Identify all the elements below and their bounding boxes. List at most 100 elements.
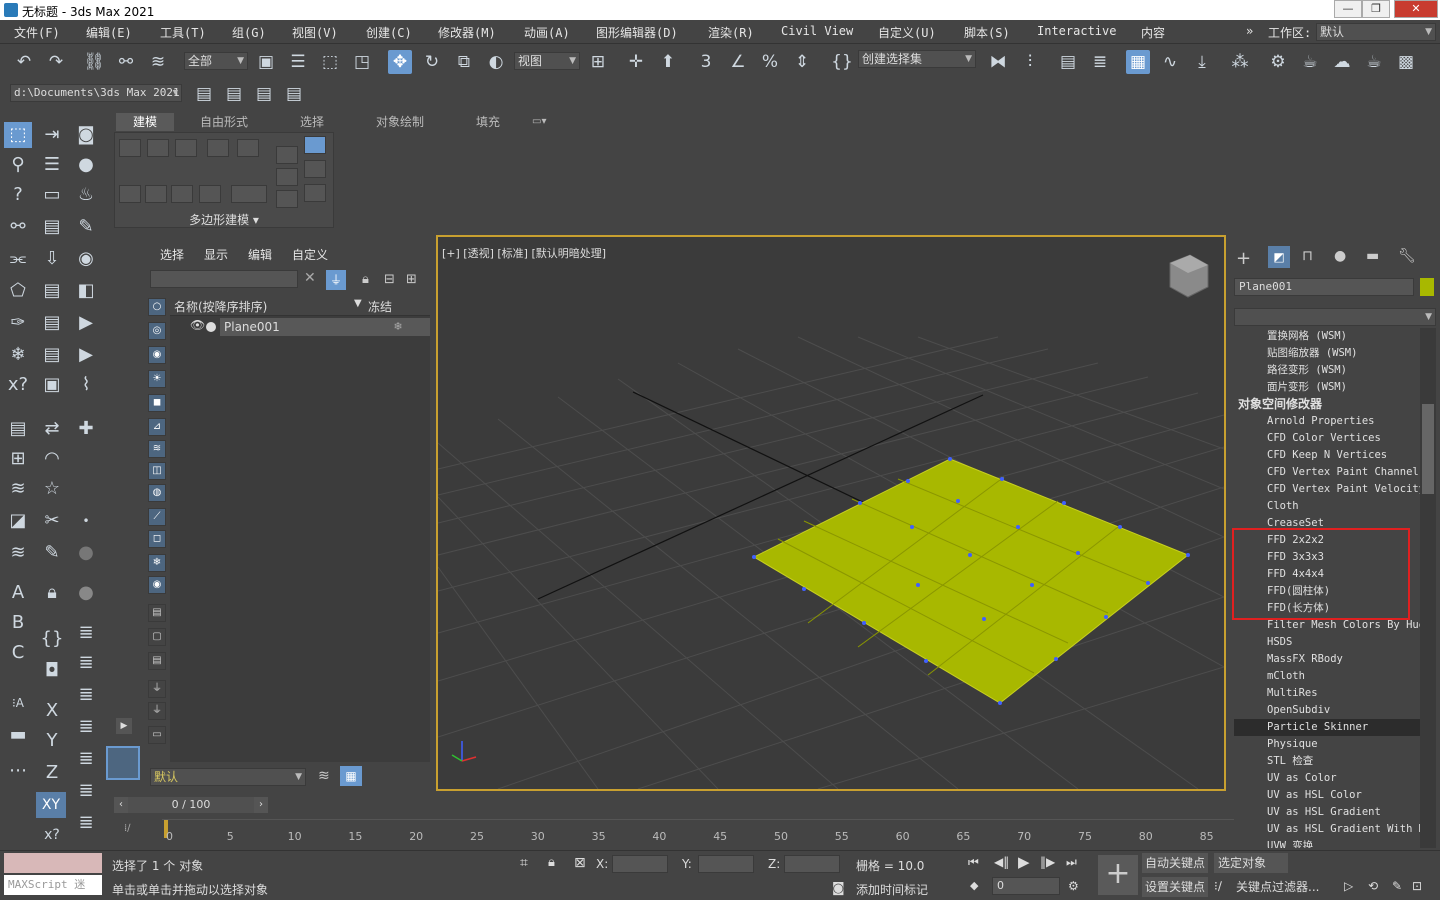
menu-edit[interactable]: 编辑(E) <box>86 24 132 41</box>
notes-icon[interactable]: ▤ <box>4 416 32 442</box>
table-row[interactable]: 👁︎ Plane001 ❄ <box>170 318 430 336</box>
display-geometry-icon[interactable]: ◎ <box>148 322 166 340</box>
rect-selection-icon[interactable]: ⬚ <box>318 50 342 74</box>
display-xrefs-icon[interactable]: ◍ <box>148 484 166 502</box>
chain-icon[interactable]: ⫘ <box>4 246 32 272</box>
pen-icon[interactable]: ✎ <box>72 214 100 240</box>
modifier-item[interactable]: UV as HSL Color <box>1234 787 1420 804</box>
brace-icon[interactable]: {} <box>38 626 66 652</box>
filter-funnel-icon[interactable]: ⏚ <box>148 680 166 698</box>
modifier-item[interactable]: CFD Vertex Paint Channel <box>1234 464 1420 481</box>
track-bar[interactable]: 0 5 10 15 20 25 30 35 40 45 50 55 60 65 70 75 80 85 <box>162 819 1234 847</box>
collapse-stack-icon[interactable] <box>231 185 267 203</box>
scene-explorer-icon[interactable]: ▤ <box>1056 50 1080 74</box>
time-config-icon[interactable]: ⚙ <box>1068 879 1079 893</box>
auto-key-button[interactable]: 自动关键点 <box>1142 853 1208 873</box>
selection-lock-icon[interactable]: 🔒︎ <box>548 855 555 870</box>
menu-file[interactable]: 文件(F) <box>14 24 60 41</box>
stack5-icon[interactable]: ≣ <box>72 650 100 676</box>
ribbon-tab-object-paint[interactable]: 对象绘制 <box>366 113 434 131</box>
bind-spacewarp-icon[interactable]: ≋ <box>146 50 170 74</box>
set-key-button[interactable]: 设置关键点 <box>1142 877 1208 897</box>
menu-customize[interactable]: 自定义(U) <box>878 24 936 41</box>
transfer-icon[interactable]: ⇄ <box>38 416 66 442</box>
modifier-item[interactable]: Physique <box>1234 736 1420 753</box>
modifier-item[interactable]: MultiRes <box>1234 685 1420 702</box>
dot-small-icon[interactable]: • <box>72 508 100 534</box>
mirror-icon[interactable]: ⧓ <box>986 50 1010 74</box>
orbit-view-icon[interactable]: ⟲ <box>1368 879 1378 893</box>
select-tool-icon[interactable]: ⬚ <box>4 122 32 148</box>
layers2-icon[interactable]: ≋ <box>4 540 32 566</box>
play-preview-icon[interactable]: ▶ <box>72 310 100 336</box>
viewport-perspective[interactable]: [+] [透视] [标准] [默认明暗处理] <box>436 235 1226 791</box>
time-tag-icon[interactable]: ◙ <box>832 881 845 896</box>
render-setup-icon[interactable]: ☕ <box>1298 50 1322 74</box>
ignore-backface-icon[interactable] <box>171 185 193 203</box>
ribbon-tool-1-icon[interactable] <box>276 146 298 164</box>
display-frozen-icon[interactable]: ❄ <box>148 554 166 572</box>
stack7-icon[interactable]: ≣ <box>72 714 100 740</box>
edit-named-sel-icon[interactable]: {} <box>830 50 854 74</box>
modifier-item[interactable]: CFD Vertex Paint Velocity <box>1234 481 1420 498</box>
render-preset-icon[interactable]: ◙ <box>72 122 100 148</box>
container-close-icon[interactable]: ▤ <box>282 82 306 106</box>
ribbon-tab-selection[interactable]: 选择 <box>290 113 334 131</box>
align-icon[interactable]: ⫶ <box>1018 50 1042 74</box>
menu-scripting[interactable]: 脚本(S) <box>964 24 1010 41</box>
snaps-toggle-icon[interactable]: 3 <box>694 50 718 74</box>
lock-scene-icon[interactable]: 🔒︎ <box>362 272 369 287</box>
modify-tab-icon[interactable]: ◩ <box>1268 246 1290 268</box>
scale-icon[interactable]: ⧉ <box>452 50 476 74</box>
scene-tab-display[interactable]: 显示 <box>204 246 228 263</box>
display-hidden-icon[interactable]: ◉ <box>148 576 166 594</box>
modifier-list-scrollbar[interactable] <box>1420 328 1436 848</box>
redo-icon[interactable]: ↷ <box>44 50 68 74</box>
create-tab-icon[interactable]: + <box>1236 248 1251 269</box>
polygon-modeling-label[interactable]: 多边形建模 ▾ <box>115 211 333 228</box>
preview-sel-icon[interactable] <box>145 185 167 203</box>
project-folder-icon[interactable]: ▤ <box>192 82 216 106</box>
viewport-layout-icon[interactable] <box>106 746 140 780</box>
align-view-icon[interactable]: ◧ <box>72 278 100 304</box>
render-icon[interactable]: ☕ <box>1362 50 1386 74</box>
key-filters-button[interactable]: 关键点过滤器... <box>1236 877 1324 897</box>
placement-icon[interactable]: ◐ <box>484 50 508 74</box>
stack2-icon[interactable]: ▤ <box>38 278 66 304</box>
film-icon[interactable]: ▶ <box>72 342 100 368</box>
snap-toolbar-icon[interactable]: ⇥ <box>38 122 66 148</box>
filter-icon[interactable]: ⏚ <box>326 270 346 290</box>
col-name[interactable]: 名称(按降序排序) <box>174 298 267 315</box>
modifier-item[interactable]: STL 检查 <box>1234 753 1420 770</box>
xform-icon[interactable]: x? <box>4 372 32 398</box>
scissors-icon[interactable]: ✂ <box>38 508 66 534</box>
axis-xform-icon[interactable]: x? <box>38 822 66 848</box>
ruler-icon[interactable]: ▬ <box>4 722 32 748</box>
minimize-button[interactable]: — <box>1334 0 1362 18</box>
axis-x-icon[interactable]: X <box>38 698 66 724</box>
rendered-frame-icon[interactable]: ☁ <box>1330 50 1354 74</box>
prev-frame-icon[interactable]: ◀‖ <box>994 855 1009 869</box>
down-arrow-icon[interactable]: ⇩ <box>38 246 66 272</box>
ribbon-tool-6-icon[interactable] <box>304 184 326 202</box>
ribbon-tab-populate[interactable]: 填充 <box>466 113 510 131</box>
select-by-name-icon[interactable]: ☰ <box>286 50 310 74</box>
modifier-list-select[interactable]: ▼ <box>1234 308 1436 326</box>
display-groups-icon[interactable]: ◫ <box>148 462 166 480</box>
axis-y-icon[interactable]: Y <box>38 728 66 754</box>
modifier-item[interactable]: CFD Keep N Vertices <box>1234 447 1420 464</box>
schematic-view-icon[interactable]: ⁂ <box>1228 50 1252 74</box>
viewcube[interactable] <box>1169 254 1209 298</box>
modifier-item[interactable]: HSDS <box>1234 634 1420 651</box>
dots-icon[interactable]: ⋯ <box>4 758 32 784</box>
set-key-big-icon[interactable]: + <box>1098 855 1138 895</box>
maximize-viewport-icon[interactable]: ⊡ <box>1412 879 1422 893</box>
modifier-item[interactable]: UVW 变换 <box>1234 838 1420 848</box>
scene-tab-customize[interactable]: 自定义 <box>292 246 328 263</box>
star-icon[interactable]: ☆ <box>38 476 66 502</box>
modifier-item[interactable]: 路径变形 (WSM) <box>1234 362 1420 379</box>
globe-icon[interactable]: ◉ <box>72 246 100 272</box>
hierarchy-tab-icon[interactable]: ⊓ <box>1302 248 1313 264</box>
display-lights-icon[interactable]: ☀ <box>148 370 166 388</box>
maxscript-input[interactable]: MAXScript 迷 <box>4 875 102 895</box>
